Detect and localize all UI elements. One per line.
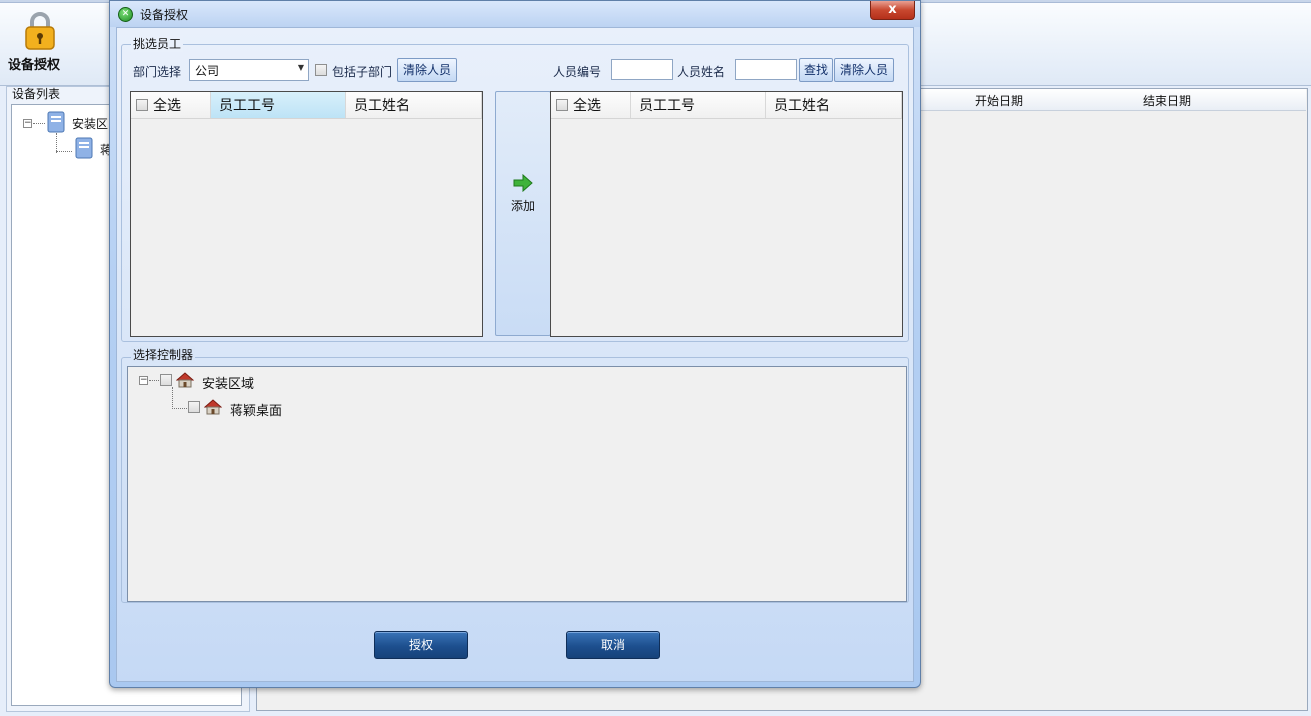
close-button[interactable]: x [870, 1, 915, 20]
tree-root-label[interactable]: 安装区 [72, 115, 108, 132]
cancel-button[interactable]: 取消 [566, 631, 660, 659]
grid-header: 全选 员工工号 员工姓名 [131, 92, 482, 119]
tree-connector [56, 151, 72, 152]
controller-child-label[interactable]: 蒋颖桌面 [230, 400, 282, 419]
add-button[interactable]: 添加 [495, 91, 551, 336]
include-subdept-checkbox[interactable] [315, 64, 327, 76]
source-employee-grid[interactable]: 全选 员工工号 员工姓名 [130, 91, 483, 337]
emp-name-label: 人员姓名 [677, 65, 726, 79]
collapse-icon[interactable]: − [139, 376, 148, 385]
include-subdept-label: 包括子部门 [332, 65, 393, 79]
col-start-date[interactable]: 开始日期 [975, 92, 1023, 109]
device-auth-label: 设备授权 [8, 58, 61, 73]
find-button[interactable]: 查找 [799, 58, 833, 82]
dialog-title: 设备授权 [140, 8, 189, 22]
authorize-button[interactable]: 授权 [374, 631, 468, 659]
emp-name-input[interactable] [735, 59, 797, 80]
controller-root-checkbox[interactable] [160, 374, 172, 386]
collapse-icon[interactable]: − [23, 119, 32, 128]
selected-employee-grid[interactable]: 全选 员工工号 员工姓名 [550, 91, 903, 337]
device-icon [75, 137, 93, 159]
select-all-label: 全选 [153, 98, 181, 114]
col-emp-name[interactable]: 员工姓名 [766, 92, 902, 118]
tree-connector [56, 133, 57, 153]
dept-select-value: 公司 [195, 64, 220, 78]
tree-connector [33, 123, 45, 124]
tree-connector [172, 387, 173, 409]
chevron-down-icon: ▼ [297, 63, 304, 72]
clear-people-button-2[interactable]: 清除人员 [834, 58, 894, 82]
device-list-title: 设备列表 [12, 87, 61, 101]
app-icon: ✕ [118, 7, 133, 22]
tree-connector [172, 408, 187, 409]
col-emp-no[interactable]: 员工工号 [211, 92, 346, 118]
device-auth-dialog: ✕ 设备授权 x 挑选员工 部门选择 公司 ▼ 包括子部门 清除人员 人员编号 … [109, 0, 921, 688]
dept-select[interactable]: 公司 ▼ [189, 59, 309, 81]
clear-people-button[interactable]: 清除人员 [397, 58, 457, 82]
col-end-date[interactable]: 结束日期 [1143, 92, 1191, 109]
device-icon [47, 111, 65, 133]
controller-child-checkbox[interactable] [188, 401, 200, 413]
add-label: 添加 [510, 199, 535, 213]
controller-root-label[interactable]: 安装区域 [202, 373, 254, 392]
select-all-checkbox[interactable] [136, 99, 148, 111]
controller-legend: 选择控制器 [131, 346, 196, 363]
arrow-right-icon [513, 174, 533, 192]
dept-select-label: 部门选择 [133, 65, 182, 79]
pick-employee-legend: 挑选员工 [131, 35, 184, 52]
tree-connector [149, 380, 159, 381]
house-icon [204, 399, 222, 415]
select-all-label: 全选 [573, 98, 601, 114]
select-all-checkbox[interactable] [556, 99, 568, 111]
dialog-body: 挑选员工 部门选择 公司 ▼ 包括子部门 清除人员 人员编号 人员姓名 查找 清… [116, 27, 914, 682]
house-icon [176, 372, 194, 388]
grid-header: 全选 员工工号 员工姓名 [551, 92, 902, 119]
emp-no-label: 人员编号 [553, 65, 602, 79]
select-all-header[interactable]: 全选 [131, 92, 211, 118]
col-emp-no[interactable]: 员工工号 [631, 92, 766, 118]
col-emp-name[interactable]: 员工姓名 [346, 92, 482, 118]
emp-no-input[interactable] [611, 59, 673, 80]
select-all-header[interactable]: 全选 [551, 92, 631, 118]
dialog-titlebar[interactable]: ✕ 设备授权 x [110, 1, 920, 27]
lock-icon [25, 12, 55, 50]
controller-tree[interactable]: − 安装区域 蒋颖桌面 [127, 366, 907, 602]
